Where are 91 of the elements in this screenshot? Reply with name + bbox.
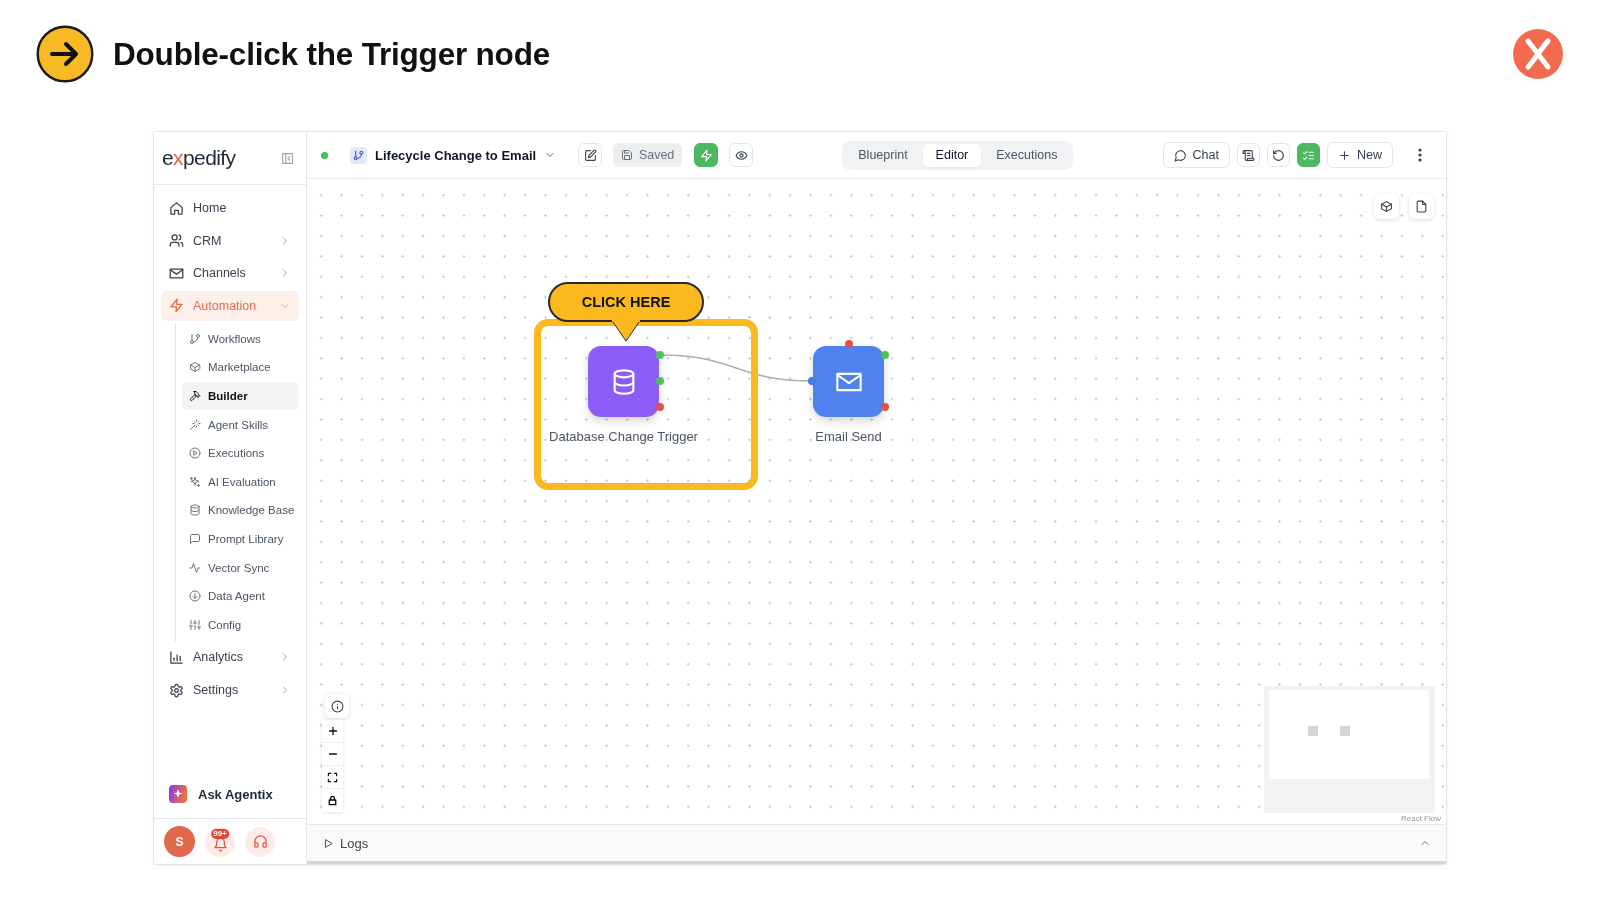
support-button[interactable]: [245, 826, 275, 857]
lock-icon: [327, 795, 338, 806]
handle-dot-icon[interactable]: [808, 377, 816, 385]
triangle-right-icon: [323, 837, 334, 849]
scroll-icon: [1242, 148, 1255, 162]
cube-button[interactable]: [1374, 194, 1399, 219]
handle-dot-icon[interactable]: [845, 340, 853, 348]
bell-icon: [212, 837, 228, 852]
pencil-square-icon: [583, 148, 597, 162]
nav-subitem[interactable]: AI Evaluation: [182, 467, 299, 496]
nav-subitem[interactable]: Knowledge Base: [182, 496, 299, 525]
preview-button[interactable]: [729, 143, 754, 167]
nav-item[interactable]: Home: [161, 193, 299, 223]
nav-subitem[interactable]: Config: [182, 610, 299, 639]
cube-icon: [189, 361, 201, 374]
circle-arrow-icon: [189, 590, 201, 603]
nav-item[interactable]: CRM: [161, 225, 299, 256]
nav-item[interactable]: Analytics: [161, 642, 299, 673]
view-tab[interactable]: Executions: [983, 143, 1071, 167]
lightning-icon: [699, 148, 713, 162]
hammer-icon: [189, 390, 201, 403]
panel-collapse-icon: [281, 151, 294, 165]
handle-dot-icon[interactable]: [656, 403, 664, 411]
sparkle-tile-icon: [169, 785, 187, 803]
checklist-toggle-button[interactable]: [1297, 143, 1320, 167]
nav-subitem[interactable]: Prompt Library: [182, 525, 299, 554]
database-icon: [189, 504, 201, 517]
eye-icon: [734, 148, 748, 162]
branch-icon: [350, 146, 367, 164]
handle-dot-icon[interactable]: [881, 403, 889, 411]
handle-dot-icon[interactable]: [881, 351, 889, 359]
checklist-icon: [1302, 148, 1315, 162]
people-icon: [169, 233, 184, 249]
sparkles-icon: [189, 475, 201, 488]
nav-subitem[interactable]: Agent Skills: [182, 410, 299, 439]
envelope-icon: [169, 265, 184, 281]
view-tab[interactable]: Editor: [922, 143, 982, 167]
scroll-button[interactable]: [1237, 143, 1260, 167]
collapse-sidebar-button[interactable]: [281, 151, 294, 165]
logs-toggle[interactable]: Logs: [323, 835, 369, 851]
handle-dot-icon[interactable]: [656, 351, 664, 359]
nav-subitem[interactable]: Marketplace: [182, 353, 299, 382]
workflow-node[interactable]: [588, 346, 659, 417]
notification-count-badge: 99+: [211, 828, 229, 839]
chat-bubble-icon: [1173, 148, 1187, 162]
nav-subitem[interactable]: Workflows: [182, 324, 299, 353]
speech-bubble-icon: [189, 533, 201, 546]
handle-dot-icon[interactable]: [656, 377, 664, 385]
cube-icon: [1380, 200, 1393, 213]
nav-subitem[interactable]: Builder: [182, 382, 299, 411]
info-button[interactable]: [325, 694, 349, 718]
magic-wand-icon: [189, 418, 201, 431]
edit-button[interactable]: [578, 143, 603, 167]
info-icon: [330, 699, 344, 713]
ask-assistant-button[interactable]: Ask Agentix: [154, 776, 273, 812]
nav-item[interactable]: Channels: [161, 258, 299, 289]
pulse-line-icon: [189, 561, 201, 574]
nav-item[interactable]: Settings: [161, 675, 299, 705]
lightning-toggle-button[interactable]: [694, 143, 719, 167]
undo-button[interactable]: [1267, 143, 1290, 167]
rotate-left-icon: [1272, 148, 1285, 162]
plus-icon: [326, 725, 339, 737]
branch-icon: [189, 332, 201, 345]
page-button[interactable]: [1409, 194, 1434, 219]
nav-subitem[interactable]: Data Agent: [182, 582, 299, 611]
headset-icon: [252, 834, 268, 849]
page-icon: [1415, 200, 1428, 213]
brand-logo: expedify: [162, 146, 236, 170]
node-label: Database Change Trigger: [549, 429, 698, 444]
fit-view-icon: [327, 771, 338, 783]
arrow-right-circle-icon: [36, 25, 94, 83]
notifications-button[interactable]: 99+: [205, 826, 235, 857]
lightning-icon: [169, 298, 184, 314]
bar-chart-icon: [169, 649, 184, 665]
play-circle-icon: [189, 447, 201, 460]
nav-subitem[interactable]: Executions: [182, 439, 299, 468]
node-label: Email Send: [815, 429, 882, 444]
instruction-title: Double-click the Trigger node: [113, 35, 550, 73]
view-tab[interactable]: Blueprint: [845, 143, 921, 167]
x-logo-icon: [1513, 29, 1563, 79]
nav-subitem[interactable]: Vector Sync: [182, 553, 299, 582]
settings-icon: [169, 682, 184, 698]
workflow-node[interactable]: [813, 346, 884, 417]
new-button[interactable]: New: [1327, 142, 1393, 168]
home-icon: [169, 200, 184, 216]
sliders-icon: [189, 618, 201, 631]
workflow-title-dropdown[interactable]: Lifecycle Change to Email: [375, 147, 557, 163]
chat-button[interactable]: Chat: [1162, 142, 1230, 168]
pointer-triangle-icon: [611, 320, 641, 342]
plus-icon: [1338, 148, 1351, 162]
more-vertical-icon: [1418, 148, 1422, 162]
